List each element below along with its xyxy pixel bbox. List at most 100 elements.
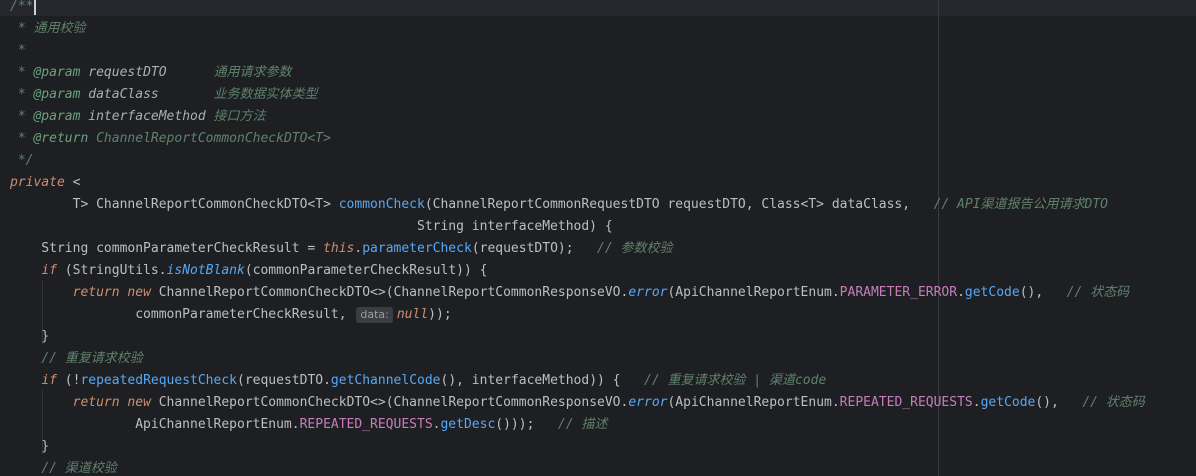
code-token: // 重复请求校验 | 渠道code [644,373,827,388]
code-line[interactable]: if (StringUtils.isNotBlank(commonParamet… [10,260,487,282]
code-line[interactable]: * 通用校验 [10,18,86,40]
code-token: 通用校验 [33,21,86,36]
code-token: @return [33,131,89,146]
code-line[interactable]: /** [10,0,33,18]
code-line[interactable]: * @param dataClass 业务数据实体类型 [10,84,318,106]
code-line[interactable]: private < [10,172,80,194]
code-token: @param [33,65,81,80]
code-token: 业务数据实体类型 [158,87,318,102]
text-caret [34,0,36,15]
code-token: requestDTO [80,65,167,80]
code-line[interactable]: ApiChannelReportEnum.REPEATED_REQUESTS.g… [10,414,607,436]
code-token: new [127,285,151,300]
code-token: getChannelCode [330,373,441,388]
code-token: interfaceMethod [80,109,206,124]
code-line[interactable]: T> ChannelReportCommonCheckDTO<T> common… [10,194,1108,216]
code-token: * [10,87,34,102]
code-token: commonCheck [338,197,425,212]
code-token: // 描述 [557,417,608,432]
code-token: isNotBlank [166,263,245,278]
code-token: return [72,285,120,300]
code-token: ())); [495,417,558,432]
code-token: getCode [980,395,1036,410]
code-token: new [127,395,151,410]
code-token: String commonParameterCheckResult = [10,241,324,256]
code-token: return [72,395,120,410]
code-token: * [10,21,34,36]
code-token: commonParameterCheckResult, [10,307,355,322]
code-token: // 渠道校验 [41,461,117,476]
code-token: getCode [964,285,1020,300]
code-token: . [972,395,981,410]
code-token: // 参数校验 [597,241,673,256]
code-token: (! [56,373,81,388]
code-token: (requestDTO. [237,373,331,388]
code-line[interactable]: return new ChannelReportCommonCheckDTO<>… [10,392,1145,414]
code-token: )); [428,307,452,322]
code-token: (), [1019,285,1067,300]
code-token: * [10,43,26,58]
code-line[interactable]: * @param requestDTO 通用请求参数 [10,62,292,84]
code-line[interactable]: * @param interfaceMethod 接口方法 [10,106,266,128]
code-token: /** [10,0,34,14]
current-line-highlight [0,0,1196,16]
parameter-name-hint: data: [356,307,393,323]
code-token: if [41,373,57,388]
code-line[interactable]: if (!repeatedRequestCheck(requestDTO.get… [10,370,826,392]
code-token: error [628,285,668,300]
code-token: (ApiChannelReportEnum. [667,395,840,410]
code-token: // 状态码 [1082,395,1145,410]
code-token: (commonParameterCheckResult)) { [244,263,488,278]
code-token: @param [33,87,81,102]
code-line[interactable]: } [10,326,49,348]
code-editor[interactable]: /** * 通用校验 * * @param requestDTO 通用请求参数 … [0,0,1196,476]
code-token: ChannelReportCommonCheckDTO<>(ChannelRep… [150,285,629,300]
code-line[interactable]: * @return ChannelReportCommonCheckDTO<T> [10,128,331,150]
code-token: null [396,307,429,322]
code-line[interactable]: String interfaceMethod) { [10,216,613,238]
code-token: // API渠道报告公用请求DTO [933,197,1109,212]
code-line[interactable]: commonParameterCheckResult, data: null)); [10,304,452,326]
code-token: ChannelReportCommonCheckDTO<T> [88,131,331,146]
code-token: (ChannelReportCommonRequestDTO requestDT… [424,197,934,212]
code-token: } [10,439,50,454]
code-line[interactable]: * [10,40,26,62]
code-line[interactable]: // 重复请求校验 [10,348,143,370]
code-token: (), interfaceMethod)) { [440,373,644,388]
code-token: repeatedRequestCheck [80,373,237,388]
code-token: dataClass [80,87,159,102]
code-token: 通用请求参数 [166,65,292,80]
code-token: getDesc [440,417,496,432]
code-token: ChannelReportCommonCheckDTO [96,197,308,212]
code-token: (ApiChannelReportEnum. [667,285,840,300]
code-token: 接口方法 [205,109,266,124]
code-line[interactable]: } [10,436,49,458]
code-token: } [10,329,50,344]
code-token: private [10,175,65,190]
code-line[interactable]: return new ChannelReportCommonCheckDTO<>… [10,282,1130,304]
code-token: parameterCheck [362,241,472,256]
code-token: REPEATED_REQUESTS [839,395,973,410]
code-token: * [10,109,34,124]
code-token: ApiChannelReportEnum. [10,417,300,432]
code-line[interactable]: */ [10,150,34,172]
code-token: // 重复请求校验 [41,351,143,366]
code-token: // 状态码 [1066,285,1130,300]
code-line[interactable]: String commonParameterCheckResult = this… [10,238,673,260]
code-token: . [957,285,965,300]
code-token: PARAMETER_ERROR [839,285,958,300]
code-token: String interfaceMethod) { [10,219,613,234]
code-token: < [64,175,81,190]
code-token: ChannelReportCommonCheckDTO<>(ChannelRep… [150,395,629,410]
code-line[interactable]: // 渠道校验 [10,458,117,476]
code-token: @param [33,109,81,124]
code-token: if [41,263,57,278]
code-token: T> [10,197,97,212]
code-token: <T> [307,197,339,212]
code-token: (StringUtils. [56,263,167,278]
